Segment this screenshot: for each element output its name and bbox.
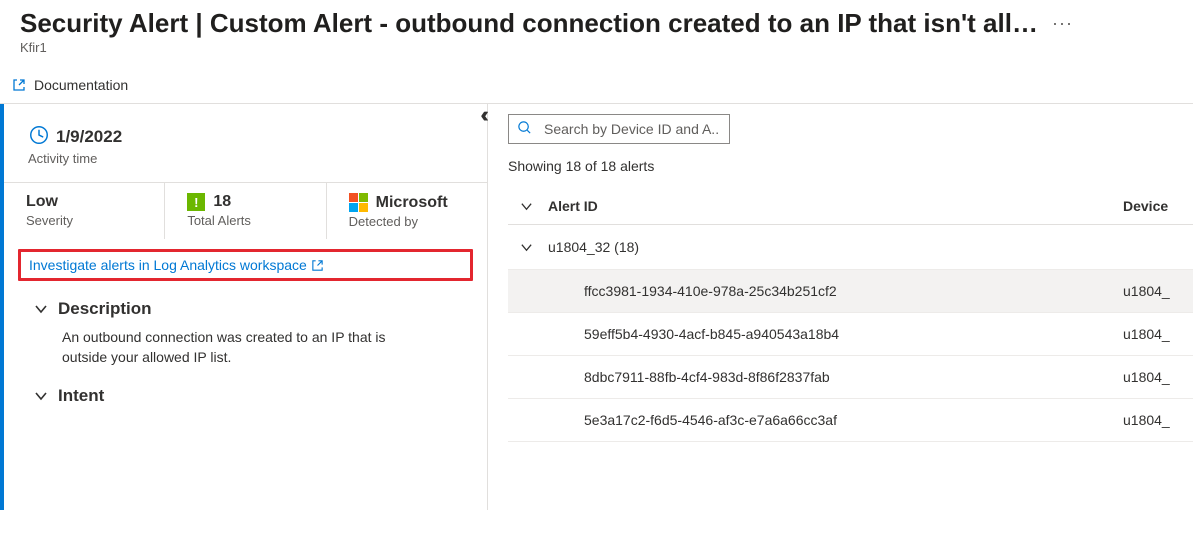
- alert-id-cell: 5e3a17c2-f6d5-4546-af3c-e7a6a66cc3af: [544, 412, 1123, 428]
- device-cell: u1804_: [1123, 283, 1193, 299]
- documentation-link[interactable]: Documentation: [34, 77, 128, 93]
- table-row[interactable]: 8dbc7911-88fb-4cf4-983d-8f86f2837fabu180…: [508, 356, 1193, 399]
- activity-date-value: 1/9/2022: [56, 127, 122, 147]
- alert-id-cell: ffcc3981-1934-410e-978a-25c34b251cf2: [544, 283, 1123, 299]
- column-header-alert-id[interactable]: Alert ID: [544, 198, 1123, 214]
- chevron-down-icon: [34, 302, 48, 316]
- chevron-down-icon[interactable]: [520, 241, 533, 254]
- group-row[interactable]: u1804_32 (18): [508, 225, 1193, 270]
- device-cell: u1804_: [1123, 369, 1193, 385]
- table-row[interactable]: 59eff5b4-4930-4acf-b845-a940543a18b4u180…: [508, 313, 1193, 356]
- alert-id-cell: 59eff5b4-4930-4acf-b845-a940543a18b4: [544, 326, 1123, 342]
- subscription-name: Kfir1: [20, 40, 1173, 55]
- results-count: Showing 18 of 18 alerts: [508, 154, 1193, 188]
- table-header-row: Alert ID Device: [508, 188, 1193, 225]
- detected-by-value: Microsoft: [376, 194, 448, 212]
- intent-toggle[interactable]: Intent: [34, 386, 463, 406]
- external-link-icon: [12, 78, 26, 92]
- detected-by-label: Detected by: [349, 214, 475, 229]
- search-icon: [517, 120, 532, 138]
- alert-id-cell: 8dbc7911-88fb-4cf4-983d-8f86f2837fab: [544, 369, 1123, 385]
- severity-label: Severity: [26, 213, 152, 228]
- device-cell: u1804_: [1123, 412, 1193, 428]
- chevron-down-icon: [34, 389, 48, 403]
- table-row[interactable]: 5e3a17c2-f6d5-4546-af3c-e7a6a66cc3afu180…: [508, 399, 1193, 442]
- alerts-pane: Showing 18 of 18 alerts Alert ID Device …: [488, 104, 1193, 510]
- description-toggle[interactable]: Description: [34, 299, 463, 319]
- activity-time-label: Activity time: [28, 151, 467, 166]
- description-text: An outbound connection was created to an…: [34, 319, 434, 374]
- collapse-pane-button[interactable]: ‹‹: [480, 102, 483, 128]
- table-row[interactable]: ffcc3981-1934-410e-978a-25c34b251cf2u180…: [508, 270, 1193, 313]
- alert-badge-icon: !: [187, 193, 205, 211]
- microsoft-logo-icon: [349, 193, 368, 212]
- clock-icon: [28, 124, 50, 149]
- page-title: Security Alert | Custom Alert - outbound…: [20, 8, 1040, 39]
- highlighted-link-callout: Investigate alerts in Log Analytics work…: [18, 249, 473, 281]
- severity-value: Low: [26, 193, 152, 211]
- investigate-link-label: Investigate alerts in Log Analytics work…: [29, 257, 307, 273]
- total-alerts-label: Total Alerts: [187, 213, 313, 228]
- search-input[interactable]: [542, 120, 721, 138]
- search-box[interactable]: [508, 114, 730, 144]
- more-actions-button[interactable]: ···: [1052, 13, 1173, 34]
- investigate-log-analytics-link[interactable]: Investigate alerts in Log Analytics work…: [29, 257, 324, 273]
- description-heading: Description: [58, 299, 152, 319]
- external-link-icon: [311, 259, 324, 272]
- details-pane: ‹‹ 1/9/2022 Activity time Low Severity !…: [0, 104, 488, 510]
- device-cell: u1804_: [1123, 326, 1193, 342]
- intent-heading: Intent: [58, 386, 104, 406]
- column-header-device[interactable]: Device: [1123, 198, 1193, 214]
- chevron-down-icon[interactable]: [520, 200, 533, 213]
- group-label: u1804_32 (18): [544, 239, 1123, 255]
- total-alerts-value: 18: [213, 193, 231, 211]
